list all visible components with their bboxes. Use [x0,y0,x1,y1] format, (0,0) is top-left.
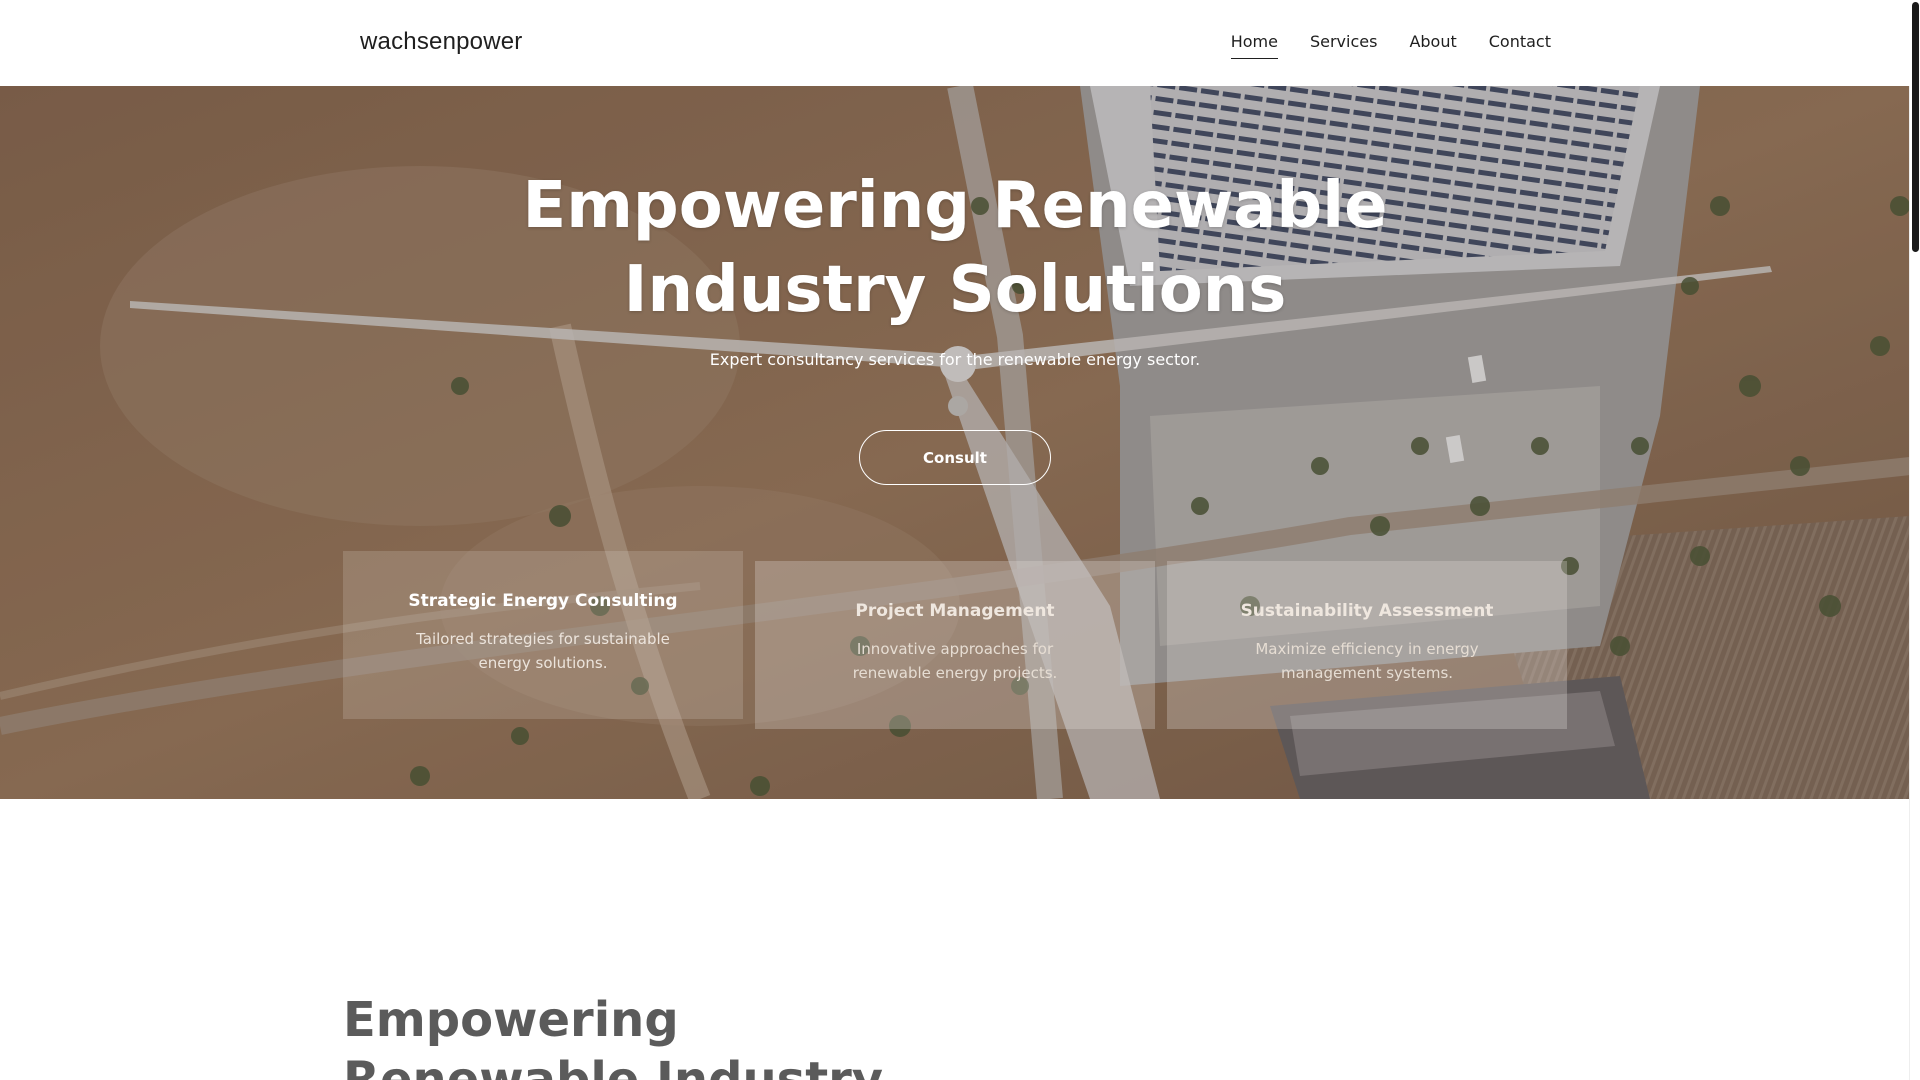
nav-item-services[interactable]: Services [1310,32,1377,59]
service-card-strategic-energy-consulting[interactable]: Strategic Energy Consulting Tailored str… [343,551,743,719]
service-card-title: Sustainability Assessment [1240,601,1494,621]
service-card-title: Project Management [855,601,1055,621]
service-card-title: Strategic Energy Consulting [408,591,678,611]
scrollbar-thumb[interactable] [1912,2,1919,252]
site-logo[interactable]: wachsenpower [360,28,523,56]
page-scrollbar[interactable] [1909,0,1920,1080]
hero-title-line-2: Industry Solutions [623,253,1287,327]
hero-title: Empowering Renewable Industry Solutions [0,164,1910,332]
service-card-description: Maximize efficiency in energy management… [1255,640,1479,682]
hero-subtitle: Expert consultancy services for the rene… [709,350,1201,369]
hero-title-line-1: Empowering Renewable [522,169,1388,243]
service-card-project-management[interactable]: Project Management Innovative approaches… [755,561,1155,729]
service-card-description: Innovative approaches for renewable ener… [852,640,1058,682]
hero-section: Empowering Renewable Industry Solutions … [0,86,1910,799]
section-heading-line-2: Renewable Industry [343,1052,884,1080]
page: wachsenpower Home Services About Contact [0,0,1920,1080]
nav-item-home[interactable]: Home [1230,32,1278,59]
main-nav: Home Services About Contact [1230,32,1551,59]
section-heading-line-1: Empowering [343,992,679,1048]
nav-item-contact[interactable]: Contact [1489,32,1551,59]
nav-item-about[interactable]: About [1409,32,1456,59]
section-heading: Empowering Renewable Industry [343,990,883,1080]
site-header: wachsenpower Home Services About Contact [0,0,1910,86]
service-card-sustainability-assessment[interactable]: Sustainability Assessment Maximize effic… [1167,561,1567,729]
consult-button[interactable]: Consult [859,430,1051,485]
service-card-description: Tailored strategies for sustainable ener… [416,630,670,672]
